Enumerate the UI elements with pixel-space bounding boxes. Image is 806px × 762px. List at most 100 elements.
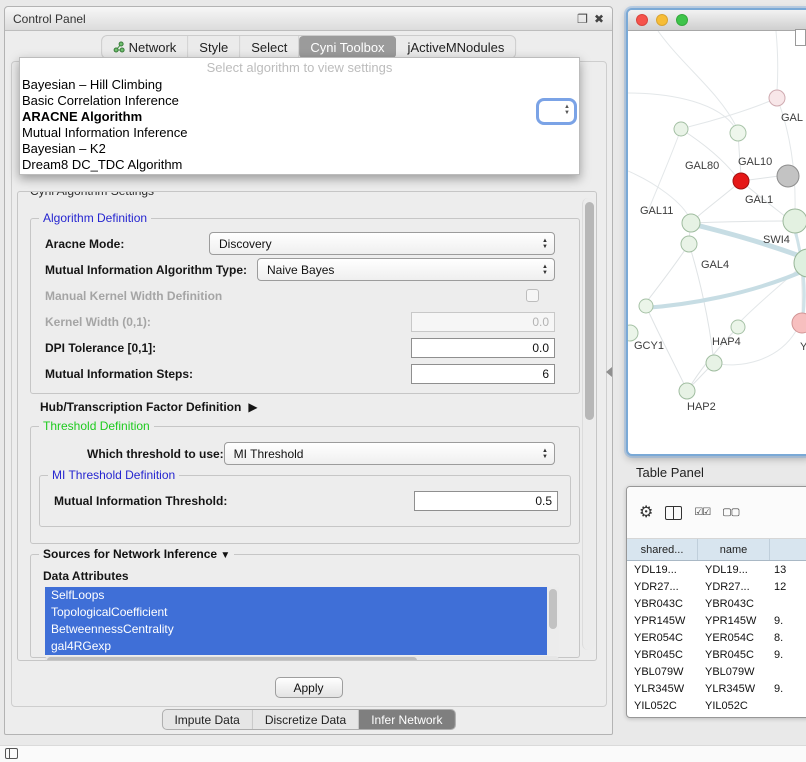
network-node[interactable] xyxy=(730,125,746,141)
data-attributes-list[interactable]: SelfLoops TopologicalCoefficient Between… xyxy=(45,587,559,655)
network-edge[interactable] xyxy=(691,221,784,223)
attribute-item[interactable]: SelfLoops xyxy=(45,587,547,604)
scrollbar-thumb[interactable] xyxy=(585,202,594,420)
network-node-label: GCY1 xyxy=(634,340,664,352)
tab-style[interactable]: Style xyxy=(188,36,240,58)
close-panel-icon[interactable]: ✖ xyxy=(594,13,604,25)
network-edge[interactable] xyxy=(648,244,689,300)
algorithm-option[interactable]: Bayesian – K2 xyxy=(20,141,579,157)
network-node[interactable] xyxy=(679,383,695,399)
network-node[interactable] xyxy=(769,90,785,106)
attribute-item[interactable]: gal4RGexp xyxy=(45,638,547,655)
network-edge[interactable] xyxy=(644,269,806,308)
network-node[interactable] xyxy=(731,320,745,334)
network-node[interactable] xyxy=(674,122,688,136)
table-row[interactable]: YBR045CYBR045C9. xyxy=(627,646,806,663)
network-node-label: GAL1 xyxy=(745,194,773,206)
network-edge[interactable] xyxy=(648,129,681,211)
tab-cyni-toolbox[interactable]: Cyni Toolbox xyxy=(299,36,396,58)
algorithm-option[interactable]: Basic Correlation Inference xyxy=(20,93,579,109)
manual-kernel-checkbox[interactable] xyxy=(526,289,539,302)
column-header-shared-name[interactable]: shared... xyxy=(627,539,698,560)
apply-button[interactable]: Apply xyxy=(275,677,343,698)
which-threshold-combobox[interactable]: MI Threshold ▲▼ xyxy=(224,442,555,465)
table-panel-title: Table Panel xyxy=(636,465,704,480)
minimize-window-icon[interactable] xyxy=(656,14,668,26)
network-node[interactable] xyxy=(792,313,806,333)
tab-network-label: Network xyxy=(129,40,177,55)
network-node[interactable] xyxy=(682,214,700,232)
control-panel-titlebar[interactable]: Control Panel ❐ ✖ xyxy=(5,7,612,31)
mi-steps-field[interactable]: 6 xyxy=(411,364,555,384)
algorithm-option[interactable]: Bayesian – Hill Climbing xyxy=(20,77,579,93)
network-node[interactable] xyxy=(706,355,722,371)
which-threshold-value: MI Threshold xyxy=(234,447,304,461)
close-window-icon[interactable] xyxy=(636,14,648,26)
attribute-item[interactable]: BetweennessCentrality xyxy=(45,621,547,638)
combo-stepper-icon: ▲▼ xyxy=(536,448,554,460)
column-header-partial[interactable] xyxy=(770,539,806,560)
network-node[interactable] xyxy=(733,173,749,189)
tab-select[interactable]: Select xyxy=(240,36,299,58)
network-edge[interactable] xyxy=(776,31,778,91)
tab-network[interactable]: Network xyxy=(102,36,189,58)
algorithm-option-selected[interactable]: ARACNE Algorithm xyxy=(20,109,579,125)
tab-infer-network[interactable]: Infer Network xyxy=(359,710,454,729)
kernel-width-field[interactable]: 0.0 xyxy=(411,312,555,332)
network-node[interactable] xyxy=(783,209,806,233)
network-node[interactable] xyxy=(639,299,653,313)
network-node[interactable] xyxy=(681,236,697,252)
gear-icon[interactable]: ⚙ xyxy=(639,505,653,521)
control-panel-tab-bar: Network Style Select Cyni Toolbox jActiv… xyxy=(101,35,517,59)
table-row[interactable]: YBR043CYBR043C xyxy=(627,595,806,612)
settings-scrollbar[interactable] xyxy=(582,198,595,650)
algorithm-option[interactable]: Mutual Information Inference xyxy=(20,125,579,141)
attribute-item[interactable]: TopologicalCoefficient xyxy=(45,604,547,621)
scrollbar-thumb[interactable] xyxy=(47,657,417,661)
table-row[interactable]: YIL052CYIL052C xyxy=(627,697,806,714)
mi-threshold-field[interactable]: 0.5 xyxy=(414,491,558,511)
select-all-checkboxes-icon[interactable]: ☑☑ xyxy=(694,507,710,518)
table-row[interactable]: YER054CYER054C8. xyxy=(627,629,806,646)
table-row[interactable]: YDL19...YDL19...13 xyxy=(627,561,806,578)
mi-threshold-label: Mutual Information Threshold: xyxy=(54,494,227,508)
algorithm-option[interactable]: Dream8 DC_TDC Algorithm xyxy=(20,157,579,173)
network-node[interactable] xyxy=(628,325,638,341)
sources-group-title[interactable]: Sources for Network Inference ▼ xyxy=(39,547,234,561)
table-row[interactable]: YDR27...YDR27...12 xyxy=(627,578,806,595)
tab-jactivemnodules[interactable]: jActiveMNodules xyxy=(397,36,516,58)
scrollbar-thumb[interactable] xyxy=(549,589,557,629)
network-graph-canvas[interactable]: GALGAL80GAL10GAL11GAL1SWI4GAL4GCY1HAP4HA… xyxy=(628,31,806,455)
table-panel-window: ⚙ ☑☑ ▢▢ shared... name YDL19...YDL19...1… xyxy=(626,486,806,718)
network-edge[interactable] xyxy=(658,31,736,126)
algorithm-combobox-focus-ring[interactable]: ▲▼ xyxy=(536,98,577,125)
algorithm-dropdown-placeholder: Select algorithm to view settings xyxy=(20,58,579,77)
network-view-scrollbar[interactable] xyxy=(795,29,806,46)
columns-icon[interactable] xyxy=(665,506,682,520)
table-row[interactable]: YLR345WYLR345W9. xyxy=(627,680,806,697)
tab-impute-data[interactable]: Impute Data xyxy=(162,710,252,729)
mi-type-value: Naive Bayes xyxy=(267,263,334,277)
network-edge[interactable] xyxy=(688,98,777,127)
dock-panel-icon[interactable] xyxy=(5,748,18,759)
network-node[interactable] xyxy=(777,165,799,187)
table-body: YDL19...YDL19...13 YDR27...YDR27...12 YB… xyxy=(627,561,806,714)
mi-type-combobox[interactable]: Naive Bayes ▲▼ xyxy=(257,258,555,281)
network-window-titlebar[interactable] xyxy=(628,10,806,31)
attribute-list-scrollbar[interactable] xyxy=(547,587,559,655)
dpi-tolerance-field[interactable]: 0.0 xyxy=(411,338,555,358)
float-window-icon[interactable]: ❐ xyxy=(577,13,588,25)
column-header-name[interactable]: name xyxy=(698,539,770,560)
table-row[interactable]: YBL079WYBL079W xyxy=(627,663,806,680)
deselect-all-checkboxes-icon[interactable]: ▢▢ xyxy=(722,507,739,518)
splitter-collapse-handle[interactable] xyxy=(606,367,612,377)
threshold-definition-group: Threshold Definition Which threshold to … xyxy=(30,426,580,544)
zoom-window-icon[interactable] xyxy=(676,14,688,26)
hub-definition-toggle[interactable]: Hub/Transcription Factor Definition ▶ xyxy=(40,400,258,414)
aracne-mode-combobox[interactable]: Discovery ▲▼ xyxy=(209,232,555,255)
table-header-row: shared... name xyxy=(627,539,806,561)
attribute-list-hscrollbar[interactable] xyxy=(45,656,559,661)
table-row[interactable]: YPR145WYPR145W9. xyxy=(627,612,806,629)
tab-discretize-data[interactable]: Discretize Data xyxy=(253,710,359,729)
network-edge[interactable] xyxy=(696,181,741,218)
